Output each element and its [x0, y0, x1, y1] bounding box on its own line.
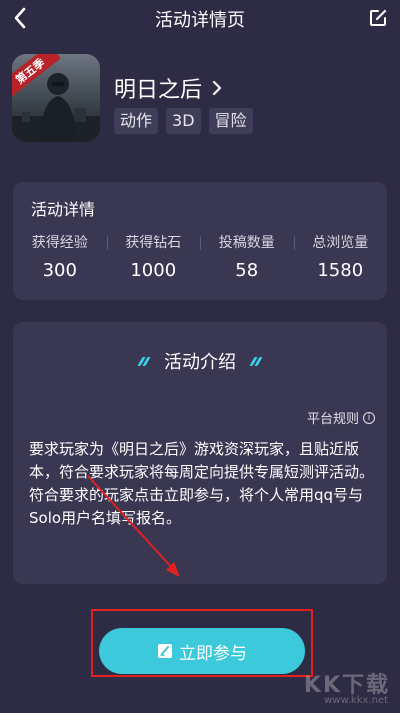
intro-paragraph: 要求玩家为《明日之后》游戏资深玩家，且贴近版本，符合要求玩家将每周定向提供专属短…: [29, 440, 375, 481]
stat-value: 1580: [317, 260, 364, 281]
stat-value: 58: [235, 260, 259, 281]
activity-stats-card: 活动详情 获得经验 300 获得钻石 1000 投稿数量 58 总浏览量 158…: [13, 182, 387, 300]
back-button[interactable]: [6, 4, 34, 32]
game-cover[interactable]: 第五季: [12, 54, 100, 142]
page-title: 活动详情页: [155, 10, 245, 31]
join-now-label: 立即参与: [179, 643, 247, 664]
stat-diamonds: 获得钻石 1000: [106, 232, 201, 292]
top-bar: 活动详情页: [0, 0, 400, 38]
game-tag: 冒险: [208, 108, 253, 134]
stat-value: 1000: [130, 260, 177, 281]
stat-label: 投稿数量: [218, 235, 275, 251]
intro-description: 要求玩家为《明日之后》游戏资深玩家，且贴近版本，符合要求玩家将每周定向提供专属短…: [29, 438, 379, 530]
edit-icon: [370, 9, 387, 26]
platform-rules-label: 平台规则: [306, 412, 359, 427]
info-icon: i: [363, 411, 375, 424]
quote-mark-icon: [249, 356, 263, 366]
game-name: 明日之后: [114, 78, 203, 103]
game-tag: 3D: [166, 108, 201, 134]
activity-intro-card: 活动介绍 平台规则 i 要求玩家为《明日之后》游戏资深玩家，且贴近版本，符合要求…: [13, 322, 387, 584]
stat-submissions: 投稿数量 58: [200, 232, 294, 292]
join-now-button[interactable]: 立即参与: [99, 628, 305, 674]
game-tags: 动作 3D 冒险: [114, 108, 253, 134]
edit-note-icon: [158, 644, 172, 658]
stat-experience: 获得经验 300: [13, 232, 107, 292]
intro-heading: 活动介绍: [13, 348, 387, 374]
stat-label: 总浏览量: [312, 235, 369, 251]
platform-rules-link[interactable]: 平台规则 i: [307, 408, 375, 427]
intro-paragraph: 符合要求的玩家点击立即参与，将个人常用qq号与Solo用户名填写报名。: [29, 486, 364, 527]
join-button-highlight: 立即参与: [91, 609, 313, 677]
chevron-left-icon: [14, 7, 26, 29]
stat-value: 300: [42, 260, 77, 281]
game-tag: 动作: [114, 108, 159, 134]
quote-mark-icon: [137, 356, 151, 366]
stat-label: 获得经验: [31, 235, 88, 251]
game-info: 第五季 明日之后 动作 3D 冒险: [12, 54, 388, 146]
game-name-link[interactable]: 明日之后: [114, 72, 222, 104]
edit-button[interactable]: [364, 4, 392, 32]
stat-views: 总浏览量 1580: [293, 232, 388, 292]
stats-card-title: 活动详情: [31, 200, 96, 219]
chevron-right-icon: [212, 80, 222, 96]
watermark-logo: KK下载 www.kkx.net: [302, 667, 394, 709]
watermark-url: www.kkx.net: [324, 695, 388, 706]
intro-heading-text: 活动介绍: [164, 352, 236, 373]
stat-label: 获得钻石: [125, 235, 182, 251]
stats-grid: 获得经验 300 获得钻石 1000 投稿数量 58 总浏览量 1580: [13, 232, 387, 292]
